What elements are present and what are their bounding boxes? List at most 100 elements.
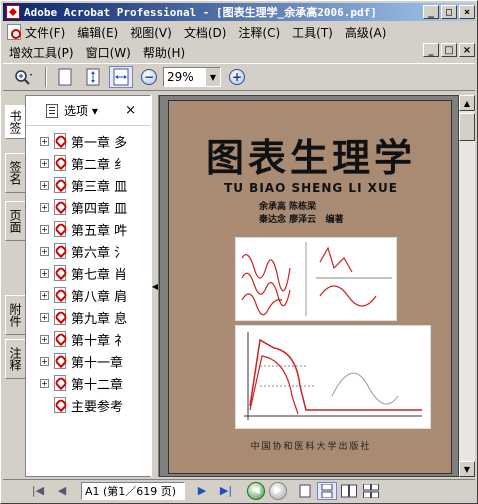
acrobat-window: Adobe Acrobat Professional - [图表生理学_余承高2… (0, 0, 478, 504)
menu-edit[interactable]: 编辑(E) (71, 24, 124, 41)
bookmark-item[interactable]: + 第八章 肩 (26, 284, 150, 306)
bookmark-item[interactable]: + 第五章 吽 (26, 218, 150, 240)
next-view-button[interactable]: ▶ (269, 481, 287, 500)
bookmark-label: 第八章 肩 (71, 289, 128, 305)
first-page-button[interactable]: |◀ (27, 482, 49, 500)
doc-close-button[interactable]: × (459, 43, 475, 57)
menu-bar: 文件(F) 编辑(E) 视图(V) 文档(D) 注释(C) 工具(T) 高级(A… (3, 22, 475, 62)
zoom-level-value: 29% (167, 70, 194, 84)
collapse-arrow-icon[interactable]: ◀ (152, 282, 158, 291)
bookmark-item[interactable]: + 第四章 皿 (26, 196, 150, 218)
bookmark-item[interactable]: + 第九章 息 (26, 306, 150, 328)
close-button[interactable]: × (459, 5, 475, 19)
bookmark-icon (53, 177, 67, 193)
previous-view-button[interactable]: ◀ (247, 481, 265, 500)
continuous-facing-layout-icon[interactable] (361, 482, 381, 500)
doc-restore-button[interactable]: □ (441, 43, 457, 57)
fit-width-button[interactable] (109, 66, 133, 88)
doc-minimize-button[interactable]: _ (423, 43, 439, 57)
expand-icon[interactable]: + (40, 268, 49, 278)
close-panel-icon[interactable]: × (125, 103, 136, 118)
page-number-field[interactable]: A1 (第1／619 页) (81, 481, 185, 500)
last-page-button[interactable]: ▶| (215, 482, 237, 500)
bookmark-item[interactable]: + 第十二章 (26, 372, 150, 394)
menu-comments[interactable]: 注释(C) (232, 24, 286, 41)
actual-size-button[interactable] (53, 66, 77, 88)
single-page-layout-icon[interactable] (295, 482, 315, 500)
bookmark-item[interactable]: + 第七章 肖 (26, 262, 150, 284)
bookmark-label: 第六章 氵 (71, 245, 128, 261)
minimize-button[interactable]: _ (423, 5, 439, 19)
expand-icon[interactable]: + (40, 378, 49, 388)
plus-icon: + (231, 70, 243, 84)
zoom-level-select[interactable]: 29% ▼ (163, 67, 221, 87)
minus-icon: − (143, 70, 155, 84)
book-cover-page: 图表生理学 TU BIAO SHENG LI XUE 余承高 陈栋梁 秦达念 廖… (168, 100, 452, 474)
expand-icon[interactable]: + (40, 356, 49, 366)
bookmark-item[interactable]: + 第十章 礻 (26, 328, 150, 350)
zoom-out-button[interactable]: − (141, 69, 157, 85)
next-page-button[interactable]: ▶ (191, 482, 213, 500)
maximize-button[interactable]: □ (441, 5, 457, 19)
bookmark-item[interactable]: 主要参考 (26, 394, 150, 416)
document-menu-icon[interactable] (7, 24, 21, 40)
tab-attachments[interactable]: 附件 (5, 295, 25, 335)
tab-comments[interactable]: 注释 (5, 339, 25, 379)
menu-view[interactable]: 视图(V) (124, 24, 178, 41)
scroll-thumb[interactable] (459, 113, 475, 141)
expand-icon[interactable]: + (40, 224, 49, 234)
options-icon (46, 103, 58, 118)
bookmark-icon (53, 309, 67, 325)
bookmark-label: 第九章 息 (71, 311, 128, 327)
bookmark-item[interactable]: + 第十一章 (26, 350, 150, 372)
expand-icon[interactable]: + (40, 246, 49, 256)
tab-bookmarks[interactable]: 书签 (5, 105, 25, 139)
expand-icon[interactable]: + (40, 136, 49, 146)
fit-page-button[interactable] (81, 66, 105, 88)
expand-icon[interactable]: + (40, 180, 49, 190)
chevron-down-icon[interactable]: ▼ (206, 68, 220, 86)
expand-icon[interactable]: + (40, 312, 49, 322)
bookmark-item[interactable]: + 第二章 纟 (26, 152, 150, 174)
bookmark-icon (53, 287, 67, 303)
expand-icon[interactable]: + (40, 202, 49, 212)
vertical-scrollbar[interactable]: ▲ ▼ (459, 95, 475, 477)
menu-help[interactable]: 帮助(H) (137, 44, 191, 61)
continuous-layout-icon[interactable] (317, 481, 337, 500)
tab-signatures[interactable]: 签名 (5, 153, 25, 193)
menu-plugins[interactable]: 增效工具(P) (3, 44, 80, 61)
acrobat-app-icon[interactable] (6, 5, 20, 19)
menu-advanced[interactable]: 高级(A) (339, 24, 393, 41)
expand-icon[interactable]: + (40, 290, 49, 300)
bookmark-item[interactable]: + 第一章 多 (26, 130, 150, 152)
facing-layout-icon[interactable] (339, 482, 359, 500)
bookmark-label: 第十一章 (71, 355, 124, 371)
bookmark-item[interactable]: + 第三章 皿 (26, 174, 150, 196)
options-menu[interactable]: 选项 ▾ (64, 102, 98, 119)
bookmark-icon (53, 221, 67, 237)
title-bar: Adobe Acrobat Professional - [图表生理学_余承高2… (3, 3, 475, 21)
zoom-in-button[interactable]: + (229, 69, 245, 85)
menu-tools[interactable]: 工具(T) (286, 24, 339, 41)
menu-window[interactable]: 窗口(W) (80, 44, 137, 61)
expand-icon[interactable]: + (40, 334, 49, 344)
bookmark-icon (53, 155, 67, 171)
bookmark-label: 第一章 多 (71, 135, 128, 151)
bookmark-item[interactable]: + 第六章 氵 (26, 240, 150, 262)
cover-figure-bottom (235, 325, 431, 429)
zoom-tool-button[interactable] (11, 66, 35, 88)
menu-document[interactable]: 文档(D) (178, 24, 233, 41)
fit-page-icon (86, 68, 100, 86)
bookmark-icon (53, 353, 67, 369)
panel-splitter[interactable]: ◀ (151, 95, 159, 477)
bookmark-label: 第十章 礻 (71, 333, 128, 349)
document-window-controls: _ □ × (421, 43, 475, 57)
scroll-down-button[interactable]: ▼ (459, 461, 475, 477)
book-title: 图表生理学 (205, 135, 416, 180)
tab-pages[interactable]: 页面 (5, 201, 25, 241)
scroll-up-button[interactable]: ▲ (459, 95, 475, 111)
document-view[interactable]: 图表生理学 TU BIAO SHENG LI XUE 余承高 陈栋梁 秦达念 廖… (159, 95, 459, 477)
expand-icon[interactable]: + (40, 158, 49, 168)
previous-page-button[interactable]: ◀ (51, 482, 73, 500)
